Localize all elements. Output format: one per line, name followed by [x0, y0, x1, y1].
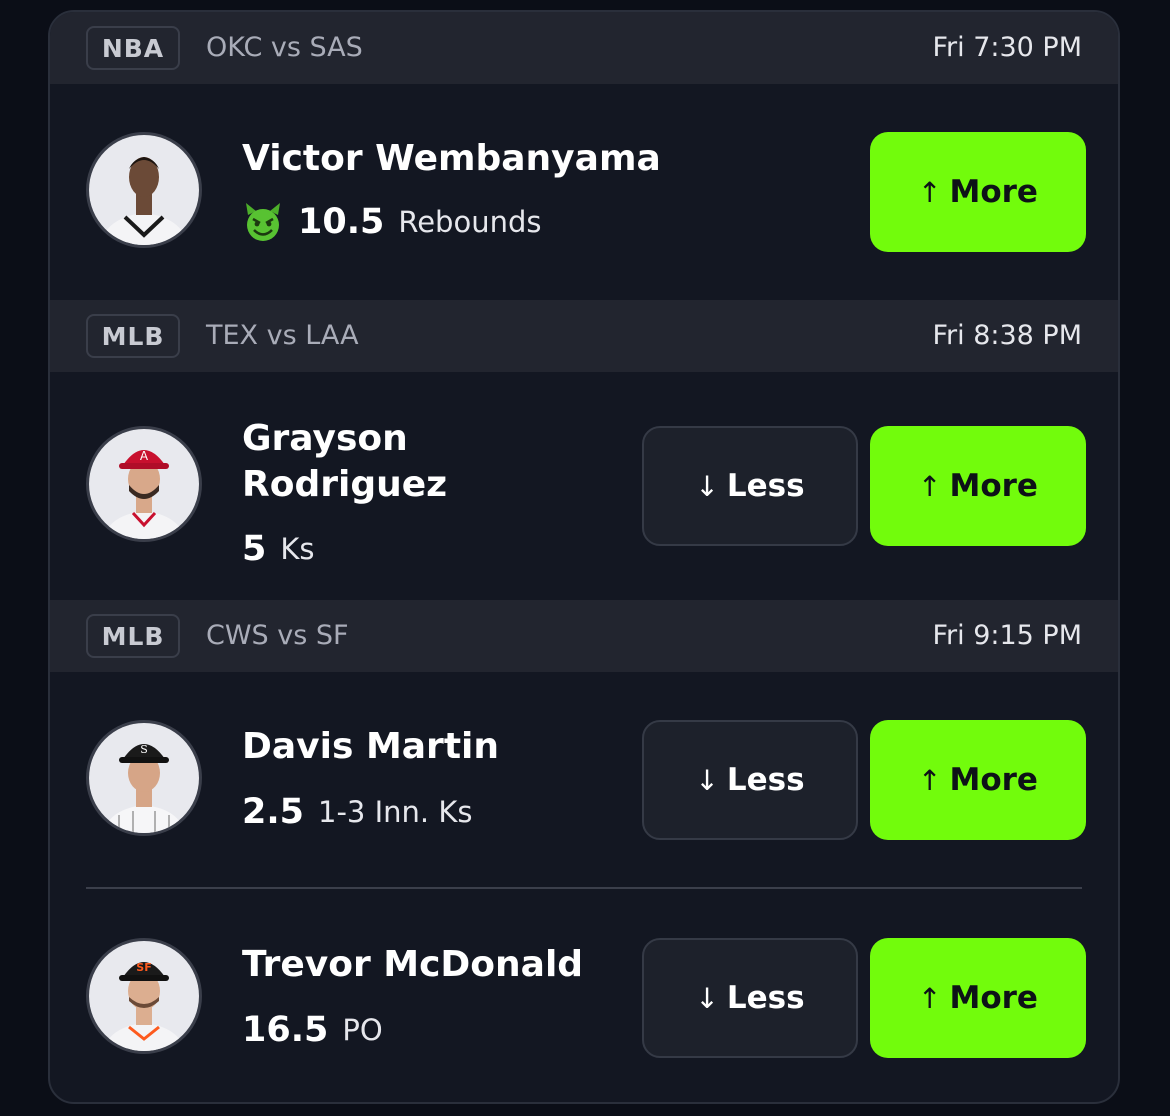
less-button[interactable]: ↓ Less: [642, 938, 858, 1058]
line-value: 16.5: [242, 1010, 329, 1050]
more-label: More: [949, 468, 1038, 504]
less-label: Less: [726, 468, 805, 504]
line-value: 5: [242, 529, 267, 569]
player-name: Victor Wembanyama: [242, 138, 661, 179]
arrow-up-icon: ↑: [918, 981, 942, 1015]
svg-text:A: A: [140, 449, 149, 463]
more-button[interactable]: ↑ More: [870, 938, 1086, 1058]
league-badge: MLB: [86, 314, 180, 358]
line-value: 2.5: [242, 792, 305, 832]
game-time: Fri 7:30 PM: [932, 32, 1082, 63]
arrow-down-icon: ↓: [695, 469, 719, 503]
less-button[interactable]: ↓ Less: [642, 720, 858, 840]
more-label: More: [949, 174, 1038, 210]
matchup-label: OKC vs SAS: [206, 32, 363, 63]
player-avatar: S: [86, 720, 202, 836]
matchup-label: TEX vs LAA: [206, 320, 359, 351]
devil-emoji-icon: [242, 201, 284, 243]
arrow-down-icon: ↓: [695, 763, 719, 797]
more-button[interactable]: ↑ More: [870, 720, 1086, 840]
player-name: Trevor McDonald: [242, 944, 584, 985]
more-label: More: [949, 980, 1038, 1016]
league-badge: MLB: [86, 614, 180, 658]
more-button[interactable]: ↑ More: [870, 426, 1086, 546]
stat-line: 10.5 Rebounds: [242, 198, 541, 246]
stat-type: Rebounds: [398, 205, 542, 239]
arrow-up-icon: ↑: [918, 175, 942, 209]
player-name: Grayson Rodriguez: [242, 418, 448, 505]
svg-text:S: S: [140, 743, 148, 756]
more-button[interactable]: ↑ More: [870, 132, 1086, 252]
row-divider: [86, 887, 1082, 889]
more-label: More: [949, 762, 1038, 798]
player-name: Davis Martin: [242, 726, 499, 767]
game-header: MLB CWS vs SF Fri 9:15 PM: [50, 600, 1118, 672]
game-time: Fri 9:15 PM: [932, 620, 1082, 651]
stat-type: Ks: [280, 532, 315, 566]
line-value: 10.5: [298, 202, 385, 242]
less-label: Less: [726, 980, 805, 1016]
stat-type: 1-3 Inn. Ks: [318, 795, 473, 829]
player-row: A Grayson Rodriguez 5 Ks ↓ Less ↑ More: [50, 372, 1118, 600]
svg-text:SF: SF: [136, 961, 151, 974]
game-header: NBA OKC vs SAS Fri 7:30 PM: [50, 12, 1118, 84]
arrow-down-icon: ↓: [695, 981, 719, 1015]
game-header: MLB TEX vs LAA Fri 8:38 PM: [50, 300, 1118, 372]
player-row: SF Trevor McDonald 16.5 PO ↓ Less ↑ More: [50, 890, 1118, 1102]
arrow-up-icon: ↑: [918, 469, 942, 503]
player-row: S Davis Martin 2.5 1-3 Inn. Ks ↓ Less ↑ …: [50, 672, 1118, 888]
stat-line: 2.5 1-3 Inn. Ks: [242, 788, 472, 836]
less-button[interactable]: ↓ Less: [642, 426, 858, 546]
less-label: Less: [726, 762, 805, 798]
stat-line: 5 Ks: [242, 524, 315, 574]
picks-card: NBA OKC vs SAS Fri 7:30 PM Victor Wemban…: [48, 10, 1120, 1104]
stat-line: 16.5 PO: [242, 1006, 383, 1054]
arrow-up-icon: ↑: [918, 763, 942, 797]
player-avatar: SF: [86, 938, 202, 1054]
matchup-label: CWS vs SF: [206, 620, 349, 651]
player-row: Victor Wembanyama 10.5 Rebounds ↑ More: [50, 84, 1118, 300]
stat-type: PO: [342, 1013, 383, 1047]
player-avatar: [86, 132, 202, 248]
game-time: Fri 8:38 PM: [932, 320, 1082, 351]
player-avatar: A: [86, 426, 202, 542]
league-badge: NBA: [86, 26, 180, 70]
